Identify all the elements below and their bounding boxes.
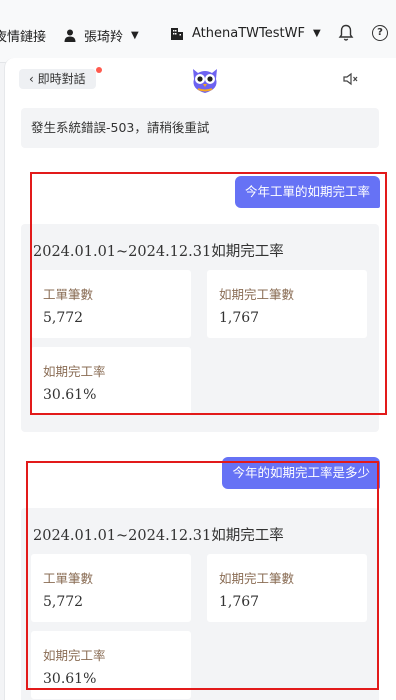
stat-label: 如期完工率 <box>43 648 106 663</box>
bell-icon[interactable] <box>338 24 354 42</box>
stat-label: 工單筆數 <box>43 287 94 302</box>
speaker-mute-icon[interactable] <box>343 72 359 86</box>
stat-value: 1,767 <box>219 594 260 610</box>
building-icon <box>171 27 183 40</box>
stat-value: 1,767 <box>219 310 260 326</box>
stat-card: 如期完工筆數 1,767 <box>207 270 367 338</box>
stat-value: 30.61% <box>43 387 97 403</box>
chevron-left-icon: ‹ <box>29 72 34 86</box>
error-message: 發生系統錯誤-503，請稍後重試 <box>21 108 379 148</box>
stat-card: 工單筆數 5,772 <box>31 554 191 622</box>
user-menu[interactable]: 張琦羚 ▼ <box>64 26 139 45</box>
stat-value: 5,772 <box>43 310 84 326</box>
link-label[interactable]: 夜情鏈接 <box>0 26 46 45</box>
back-button-label: 即時對話 <box>37 72 86 86</box>
chat-panel: ‹ 即時對話 發生系統錯誤-503，請稍後重試 今年工單的如期完工率 2024.… <box>4 58 396 700</box>
notification-dot <box>96 67 102 73</box>
stat-card: 工單筆數 5,772 <box>31 270 191 338</box>
stat-card: 如期完工率 30.61% <box>31 347 191 415</box>
owl-assistant-icon <box>193 69 217 93</box>
chevron-down-icon: ▼ <box>312 28 321 39</box>
top-bar: 夜情鏈接 張琦羚 ▼ AthenaTWTestWF ▼ ? <box>0 0 396 63</box>
org-name: AthenaTWTestWF <box>192 26 305 41</box>
result-card: 2024.01.01~2024.12.31如期完工率 工單筆數 5,772 如期… <box>21 508 379 700</box>
stat-value: 5,772 <box>43 594 84 610</box>
result-card: 2024.01.01~2024.12.31如期完工率 工單筆數 5,772 如期… <box>21 224 379 432</box>
stat-label: 如期完工筆數 <box>219 287 295 302</box>
result-title: 2024.01.01~2024.12.31如期完工率 <box>33 244 284 260</box>
user-name: 張琦羚 <box>84 30 124 45</box>
stat-card: 如期完工率 30.61% <box>31 631 191 699</box>
stat-value: 30.61% <box>43 671 97 687</box>
stat-label: 如期完工率 <box>43 364 106 379</box>
back-button[interactable]: ‹ 即時對話 <box>19 69 96 89</box>
help-icon[interactable]: ? <box>372 25 388 41</box>
user-question-bubble: 今年的如期完工率是多少 <box>222 457 380 489</box>
user-question-bubble: 今年工單的如期完工率 <box>234 176 380 208</box>
user-icon <box>64 29 76 42</box>
stat-label: 如期完工筆數 <box>219 571 295 586</box>
org-menu[interactable]: AthenaTWTestWF ▼ <box>170 26 321 41</box>
chevron-down-icon: ▼ <box>131 30 139 41</box>
result-title: 2024.01.01~2024.12.31如期完工率 <box>33 528 284 544</box>
stat-card: 如期完工筆數 1,767 <box>207 554 367 622</box>
stat-label: 工單筆數 <box>43 571 94 586</box>
